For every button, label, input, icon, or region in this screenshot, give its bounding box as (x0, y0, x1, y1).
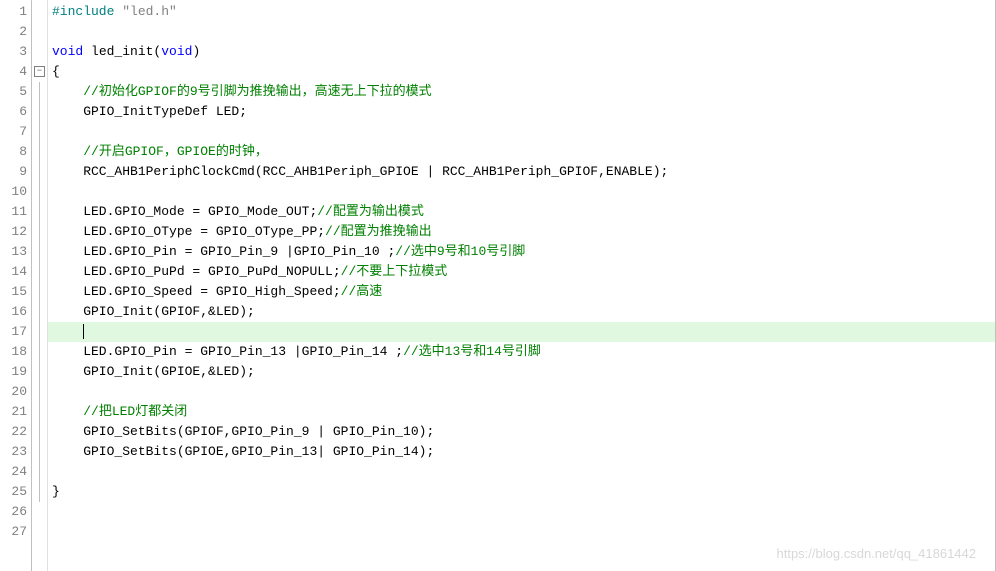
token-normal (52, 324, 83, 339)
watermark-text: https://blog.csdn.net/qq_41861442 (777, 546, 977, 561)
line-number: 10 (8, 182, 27, 202)
line-number: 27 (8, 522, 27, 542)
line-number: 3 (8, 42, 27, 62)
code-line[interactable]: GPIO_Init(GPIOF,&LED); (52, 302, 991, 322)
fold-column: − (32, 0, 48, 571)
line-number: 2 (8, 22, 27, 42)
token-normal: LED.GPIO_PuPd = GPIO_PuPd_NOPULL; (52, 264, 341, 279)
code-line[interactable] (52, 182, 991, 202)
token-string: "led.h" (122, 4, 177, 19)
fold-toggle-icon[interactable]: − (34, 66, 45, 77)
token-normal: } (52, 484, 60, 499)
token-preprocessor: #include (52, 4, 122, 19)
line-number: 23 (8, 442, 27, 462)
code-line[interactable]: GPIO_SetBits(GPIOF,GPIO_Pin_9 | GPIO_Pin… (52, 422, 991, 442)
token-normal (52, 144, 83, 159)
token-normal: RCC_AHB1PeriphClockCmd(RCC_AHB1Periph_GP… (52, 164, 668, 179)
fold-guide-line (39, 82, 40, 502)
line-number: 15 (8, 282, 27, 302)
token-normal: GPIO_InitTypeDef LED; (52, 104, 247, 119)
code-line[interactable]: RCC_AHB1PeriphClockCmd(RCC_AHB1Periph_GP… (52, 162, 991, 182)
token-comment: //高速 (341, 284, 383, 299)
code-line[interactable]: } (52, 482, 991, 502)
token-normal: LED.GPIO_Speed = GPIO_High_Speed; (52, 284, 341, 299)
token-keyword: void (161, 44, 192, 59)
line-number: 11 (8, 202, 27, 222)
token-normal: GPIO_SetBits(GPIOF,GPIO_Pin_9 | GPIO_Pin… (52, 424, 434, 439)
line-number: 14 (8, 262, 27, 282)
line-number: 20 (8, 382, 27, 402)
code-line[interactable]: void led_init(void) (52, 42, 991, 62)
code-line[interactable] (52, 522, 991, 542)
line-number: 12 (8, 222, 27, 242)
code-line[interactable] (52, 462, 991, 482)
line-number: 18 (8, 342, 27, 362)
code-editor: 1234567891011121314151617181920212223242… (0, 0, 996, 571)
token-comment: //配置为输出模式 (317, 204, 424, 219)
code-line[interactable]: LED.GPIO_Pin = GPIO_Pin_9 |GPIO_Pin_10 ;… (52, 242, 991, 262)
code-line[interactable]: //把LED灯都关闭 (52, 402, 991, 422)
token-comment: //配置为推挽输出 (325, 224, 432, 239)
line-number: 17 (8, 322, 27, 342)
token-normal: LED.GPIO_Pin = GPIO_Pin_13 |GPIO_Pin_14 … (52, 344, 403, 359)
token-normal: GPIO_Init(GPIOF,&LED); (52, 304, 255, 319)
line-number: 4 (8, 62, 27, 82)
code-line[interactable]: GPIO_SetBits(GPIOE,GPIO_Pin_13| GPIO_Pin… (52, 442, 991, 462)
line-number: 13 (8, 242, 27, 262)
code-line[interactable]: //初始化GPIOF的9号引脚为推挽输出，高速无上下拉的模式 (52, 82, 991, 102)
token-normal: LED.GPIO_Mode = GPIO_Mode_OUT; (52, 204, 317, 219)
line-number: 7 (8, 122, 27, 142)
token-normal: { (52, 64, 60, 79)
line-number: 5 (8, 82, 27, 102)
token-normal: LED.GPIO_Pin = GPIO_Pin_9 |GPIO_Pin_10 ; (52, 244, 395, 259)
token-normal: ) (192, 44, 200, 59)
token-comment: //选中13号和14号引脚 (403, 344, 541, 359)
line-number: 16 (8, 302, 27, 322)
code-line[interactable]: { (52, 62, 991, 82)
line-number: 22 (8, 422, 27, 442)
line-number: 24 (8, 462, 27, 482)
code-line[interactable]: LED.GPIO_OType = GPIO_OType_PP;//配置为推挽输出 (52, 222, 991, 242)
code-line[interactable]: //开启GPIOF，GPIOE的时钟， (52, 142, 991, 162)
token-comment: //初始化GPIOF的9号引脚为推挽输出，高速无上下拉的模式 (83, 84, 431, 99)
code-line[interactable]: LED.GPIO_Pin = GPIO_Pin_13 |GPIO_Pin_14 … (52, 342, 991, 362)
token-normal (52, 404, 83, 419)
token-keyword: void (52, 44, 83, 59)
line-number: 26 (8, 502, 27, 522)
token-comment: //不要上下拉模式 (341, 264, 448, 279)
token-normal: LED.GPIO_OType = GPIO_OType_PP; (52, 224, 325, 239)
code-area[interactable]: #include "led.h" void led_init(void) { //… (48, 0, 995, 571)
token-comment: //选中9号和10号引脚 (395, 244, 525, 259)
token-comment: //开启GPIOF，GPIOE的时钟， (83, 144, 268, 159)
text-cursor (83, 324, 84, 339)
token-normal: GPIO_Init(GPIOE,&LED); (52, 364, 255, 379)
line-number: 21 (8, 402, 27, 422)
code-line[interactable]: LED.GPIO_Speed = GPIO_High_Speed;//高速 (52, 282, 991, 302)
code-line[interactable]: GPIO_InitTypeDef LED; (52, 102, 991, 122)
code-line[interactable]: #include "led.h" (52, 2, 991, 22)
line-number: 1 (8, 2, 27, 22)
line-number: 19 (8, 362, 27, 382)
token-normal (52, 84, 83, 99)
token-comment: //把LED灯都关闭 (83, 404, 187, 419)
token-normal: led_init( (83, 44, 161, 59)
line-number-gutter: 1234567891011121314151617181920212223242… (0, 0, 32, 571)
code-line[interactable]: LED.GPIO_Mode = GPIO_Mode_OUT;//配置为输出模式 (52, 202, 991, 222)
code-line[interactable] (52, 382, 991, 402)
token-normal: GPIO_SetBits(GPIOE,GPIO_Pin_13| GPIO_Pin… (52, 444, 434, 459)
line-number: 25 (8, 482, 27, 502)
current-line-highlight (48, 322, 995, 342)
code-line[interactable] (52, 122, 991, 142)
line-number: 6 (8, 102, 27, 122)
line-number: 8 (8, 142, 27, 162)
code-line[interactable] (52, 502, 991, 522)
code-line[interactable]: LED.GPIO_PuPd = GPIO_PuPd_NOPULL;//不要上下拉… (52, 262, 991, 282)
code-line[interactable] (52, 22, 991, 42)
code-line[interactable]: GPIO_Init(GPIOE,&LED); (52, 362, 991, 382)
line-number: 9 (8, 162, 27, 182)
